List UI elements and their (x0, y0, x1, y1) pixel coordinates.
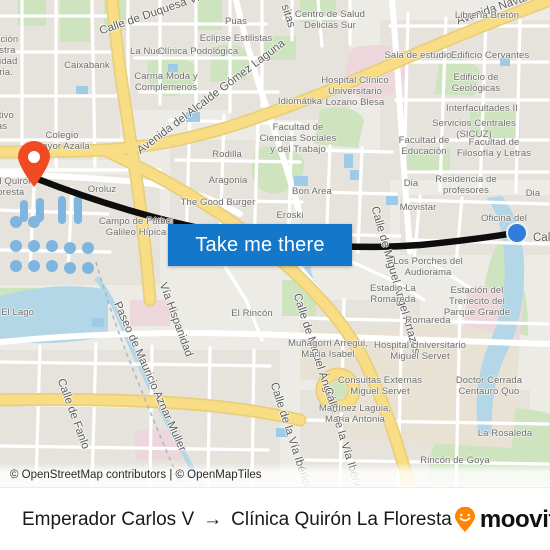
map-canvas[interactable]: Calle de Duquesa Villahermosa Avenida de… (0, 0, 550, 487)
take-me-there-label: Take me there (195, 233, 325, 256)
route-summary: Emperador Carlos V → Clínica Quirón La F… (0, 509, 452, 531)
route-footer: Emperador Carlos V → Clínica Quirón La F… (0, 487, 550, 550)
moovit-logo[interactable]: moovit (452, 506, 550, 534)
moovit-route-card: Calle de Duquesa Villahermosa Avenida de… (0, 0, 550, 550)
take-me-there-button[interactable]: Take me there (168, 224, 352, 266)
moovit-pin-icon (454, 506, 475, 532)
moovit-wordmark: moovit (479, 505, 550, 533)
route-destination: Clínica Quirón La Floresta (231, 508, 452, 530)
map-pin-icon[interactable] (16, 140, 52, 188)
route-origin: Emperador Carlos V (22, 508, 195, 530)
arrow-right-icon: → (203, 508, 223, 530)
location-dot-icon[interactable] (506, 222, 528, 244)
map-attribution[interactable]: © OpenStreetMap contributors | © OpenMap… (0, 463, 550, 487)
